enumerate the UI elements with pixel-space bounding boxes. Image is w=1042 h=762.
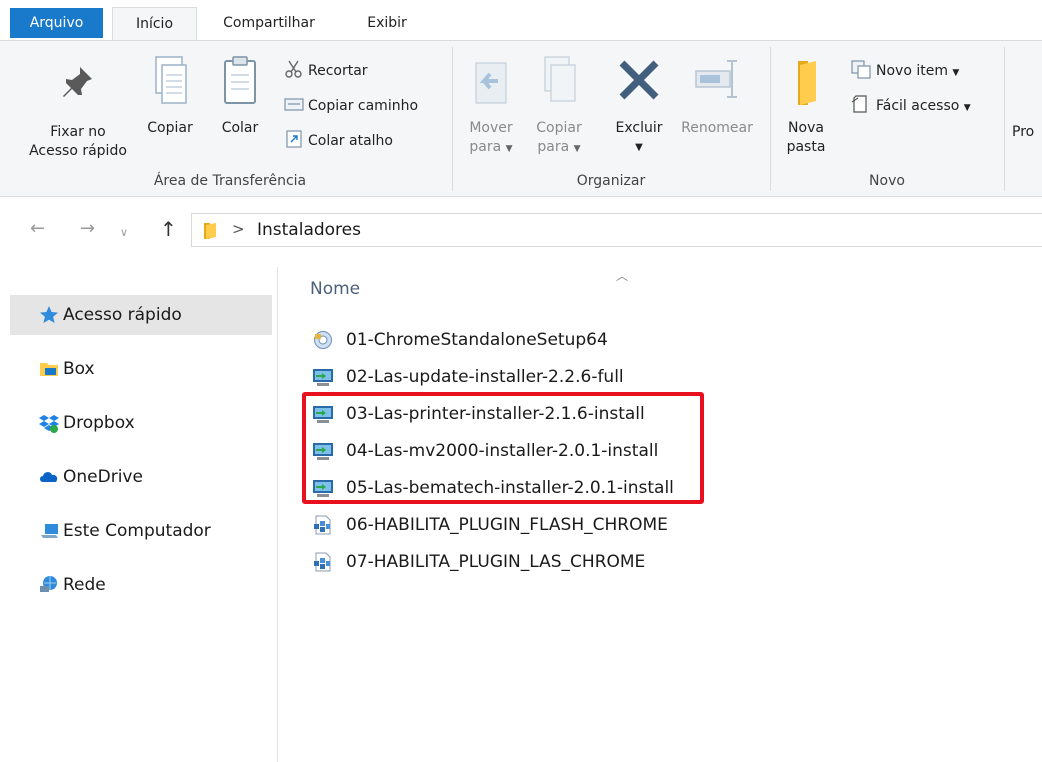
- delete-label: Excluir: [615, 120, 663, 136]
- new-group-label: Novo: [869, 173, 905, 189]
- new-folder-button[interactable]: Nova pasta: [778, 55, 834, 157]
- file-list: ︿ Nome 01-ChromeStandaloneSetup64 02-Las…: [280, 267, 1042, 762]
- paste-shortcut-icon: [286, 130, 302, 148]
- new-folder-label-2: pasta: [786, 139, 826, 155]
- box-folder-icon: [40, 363, 58, 376]
- star-icon: [40, 306, 58, 323]
- easy-access-button[interactable]: Fácil acesso ▼: [850, 94, 971, 117]
- file-name: 02-Las-update-installer-2.2.6-full: [346, 367, 624, 387]
- ribbon-tabs: Arquivo Início Compartilhar Exibir: [0, 0, 1042, 41]
- rename-button[interactable]: Renomear: [674, 55, 760, 138]
- group-separator: [452, 47, 453, 191]
- breadcrumb-chevron-icon[interactable]: >: [232, 220, 245, 238]
- nav-item-this-pc[interactable]: Este Computador: [10, 511, 272, 551]
- organize-group-label: Organizar: [576, 173, 646, 189]
- easy-access-label: Fácil acesso: [876, 98, 960, 114]
- file-name: 07-HABILITA_PLUGIN_LAS_CHROME: [346, 552, 646, 572]
- paste-label: Colar: [221, 120, 259, 136]
- tab-compartilhar[interactable]: Compartilhar: [205, 7, 333, 40]
- easy-access-icon: [851, 95, 867, 113]
- pin-label-2: Acesso rápido: [29, 143, 127, 159]
- move-to-icon: [475, 62, 507, 104]
- move-to-label-1: Mover: [469, 120, 513, 136]
- pin-label-1: Fixar no: [50, 124, 106, 140]
- ribbon: Fixar no Acesso rápido Copiar Colar Reco…: [0, 40, 1042, 197]
- cut-button[interactable]: Recortar: [284, 59, 368, 80]
- nav-item-box[interactable]: Box: [10, 349, 272, 389]
- tab-exibir[interactable]: Exibir: [352, 7, 422, 40]
- paste-icon: [224, 56, 256, 104]
- nav-item-label: Rede: [63, 575, 106, 595]
- recent-chevron-down-icon[interactable]: ∨: [120, 223, 128, 243]
- new-item-button[interactable]: Novo item ▼: [850, 59, 959, 82]
- nav-item-label: Este Computador: [63, 521, 211, 541]
- nav-item-label: Dropbox: [63, 413, 135, 433]
- tab-inicio[interactable]: Início: [112, 7, 197, 41]
- pin-icon: [63, 67, 92, 97]
- new-item-icon: [851, 60, 871, 79]
- folder-icon: [798, 61, 816, 105]
- breadcrumb-current-folder[interactable]: Instaladores: [257, 220, 361, 240]
- copy-icon: [155, 56, 187, 104]
- computer-icon: [41, 524, 58, 538]
- registry-file-icon: [314, 552, 331, 572]
- group-separator: [1004, 47, 1005, 191]
- copy-button[interactable]: Copiar: [140, 55, 200, 138]
- new-folder-label-1: Nova: [788, 120, 824, 136]
- navigation-pane: Acesso rápido Box Dropbox OneDrive Este …: [0, 267, 278, 762]
- folder-icon: [204, 223, 216, 239]
- tab-arquivo[interactable]: Arquivo: [10, 8, 103, 38]
- group-separator: [770, 47, 771, 191]
- nav-item-label: Box: [63, 359, 95, 379]
- delete-button[interactable]: Excluir ▼: [604, 55, 674, 157]
- column-header-name[interactable]: Nome: [310, 279, 360, 299]
- copy-to-label-2: para: [537, 139, 570, 155]
- file-name: 06-HABILITA_PLUGIN_FLASH_CHROME: [346, 515, 668, 535]
- copy-to-button[interactable]: Copiar para ▼: [528, 55, 590, 159]
- paste-shortcut-label: Colar atalho: [308, 133, 393, 149]
- file-name: 01-ChromeStandaloneSetup64: [346, 330, 608, 350]
- address-bar[interactable]: > Instaladores: [191, 213, 1042, 247]
- move-to-button[interactable]: Mover para ▼: [460, 55, 522, 159]
- properties-label: Pro: [1012, 124, 1035, 140]
- registry-file-icon: [314, 515, 331, 535]
- nav-item-quick-access[interactable]: Acesso rápido: [10, 295, 272, 335]
- new-item-label: Novo item: [876, 63, 948, 79]
- properties-button[interactable]: Pro: [1012, 123, 1042, 142]
- delete-dropdown-icon[interactable]: ▼: [604, 138, 674, 157]
- copy-path-label: Copiar caminho: [308, 98, 419, 114]
- copy-path-icon: [284, 98, 304, 111]
- cut-label: Recortar: [308, 63, 368, 79]
- up-arrow-icon[interactable]: ↑: [160, 219, 177, 239]
- nav-item-label: Acesso rápido: [63, 305, 182, 325]
- scissors-icon: [285, 60, 302, 78]
- sort-ascending-icon: ︿: [616, 269, 629, 283]
- copy-label: Copiar: [147, 120, 193, 136]
- copy-path-button[interactable]: Copiar caminho: [284, 94, 418, 115]
- nav-item-onedrive[interactable]: OneDrive: [10, 457, 272, 497]
- delete-x-icon: [619, 60, 659, 100]
- copy-to-label-1: Copiar: [536, 120, 582, 136]
- forward-arrow-icon[interactable]: →: [80, 219, 95, 239]
- installer-monitor-icon: [313, 369, 333, 386]
- rename-label: Renomear: [681, 120, 753, 136]
- paste-button[interactable]: Colar: [212, 55, 268, 138]
- navigation-bar: ← → ∨ ↑ > Instaladores: [0, 197, 1042, 267]
- dropbox-icon: [39, 415, 59, 433]
- clipboard-group-label: Área de Transferência: [153, 173, 307, 189]
- nav-item-dropbox[interactable]: Dropbox: [10, 403, 272, 443]
- nav-item-network[interactable]: Rede: [10, 565, 272, 605]
- paste-shortcut-button[interactable]: Colar atalho: [284, 129, 393, 150]
- installer-disc-icon: [314, 331, 332, 349]
- onedrive-icon: [40, 472, 58, 482]
- nav-item-label: OneDrive: [63, 467, 143, 487]
- copy-to-icon: [544, 56, 576, 102]
- network-icon: [40, 576, 57, 592]
- pin-quick-access-button[interactable]: Fixar no Acesso rápido: [18, 63, 138, 161]
- move-to-label-2: para: [469, 139, 502, 155]
- rename-icon: [695, 60, 737, 98]
- back-arrow-icon[interactable]: ←: [30, 219, 45, 239]
- highlight-annotation-box: [302, 392, 704, 504]
